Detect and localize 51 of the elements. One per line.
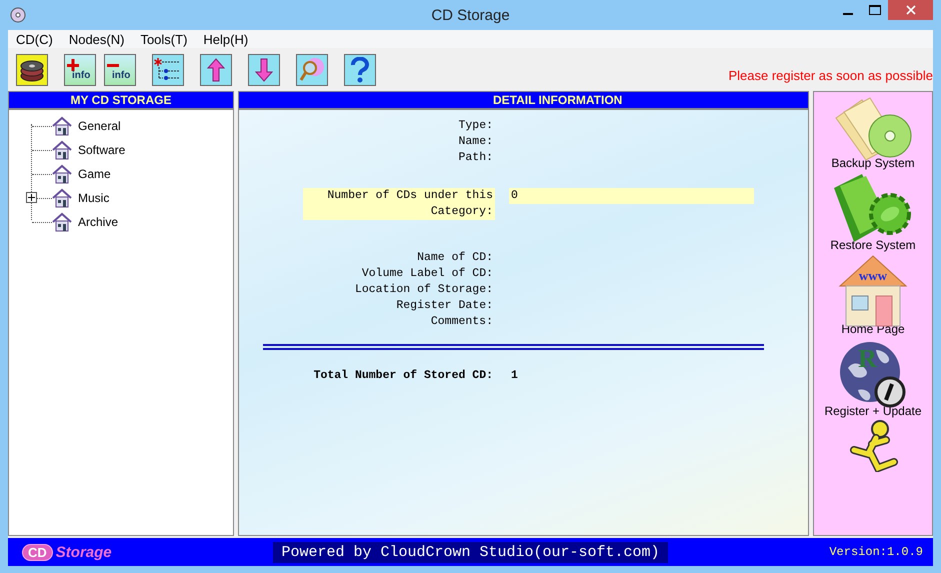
register-notice: Please register as soon as possible (728, 68, 933, 83)
window-title: CD Storage (431, 6, 510, 24)
tree-item[interactable]: Game (78, 167, 111, 181)
app-logo: CD Storage (22, 544, 112, 560)
magnifier-icon (299, 56, 325, 82)
field-label: Total Number of Stored CD: (312, 368, 494, 384)
question-mark-icon (349, 56, 371, 82)
field-value: 1 (510, 368, 519, 384)
minimize-icon (842, 13, 852, 15)
field-label: Volume Label of CD: (360, 266, 494, 282)
panel-header: MY CD STORAGE (9, 92, 233, 108)
toolbar-button[interactable]: info (64, 54, 96, 86)
menu-item[interactable]: Help(H) (195, 32, 256, 46)
tree-list-icon (154, 56, 182, 82)
side-button-label[interactable]: Restore System (830, 238, 916, 252)
field-label: Name of CD: (416, 250, 494, 266)
field-value: 0 (509, 188, 754, 204)
maximize-icon (868, 5, 880, 15)
tree-item[interactable]: Music (78, 191, 110, 205)
field-label: Location of Storage: (354, 282, 494, 298)
house-icon (52, 164, 72, 184)
side-button-label[interactable]: Backup System (831, 156, 915, 170)
field-label: Comments: (430, 314, 494, 330)
field-label: Register Date: (395, 298, 494, 314)
credit-text: Powered by CloudCrown Studio(our-soft.com) (273, 542, 668, 562)
tree-item[interactable]: General (78, 119, 121, 133)
running-man-icon (848, 420, 898, 472)
toolbar-button[interactable] (152, 54, 184, 86)
up-arrow-icon (206, 56, 226, 82)
tree-item[interactable]: Software (78, 143, 126, 157)
house-icon (52, 212, 72, 232)
field-label: Type: (457, 118, 494, 134)
house-icon (52, 116, 72, 136)
house-icon (52, 140, 72, 160)
toolbar-button[interactable] (16, 54, 48, 86)
tree-item[interactable]: Archive (78, 215, 118, 229)
menu-item[interactable]: Nodes(N) (60, 32, 132, 46)
close-button[interactable] (888, 0, 933, 20)
panel-header: DETAIL INFORMATION (239, 92, 808, 108)
expand-toggle[interactable] (26, 192, 37, 203)
down-arrow-icon (254, 56, 274, 82)
field-label: Number of CDs under this Category: (303, 188, 495, 220)
house-icon (52, 188, 72, 208)
close-icon (906, 5, 916, 15)
field-label: Name: (457, 134, 494, 150)
field-label: Path: (457, 150, 494, 166)
menu-item[interactable]: Tools(T) (132, 32, 196, 46)
menu-item[interactable]: CD(C) (8, 32, 61, 46)
disc-icon (10, 7, 26, 23)
toolbar-button[interactable]: info (104, 54, 136, 86)
version-text: Version:1.0.9 (829, 545, 923, 559)
